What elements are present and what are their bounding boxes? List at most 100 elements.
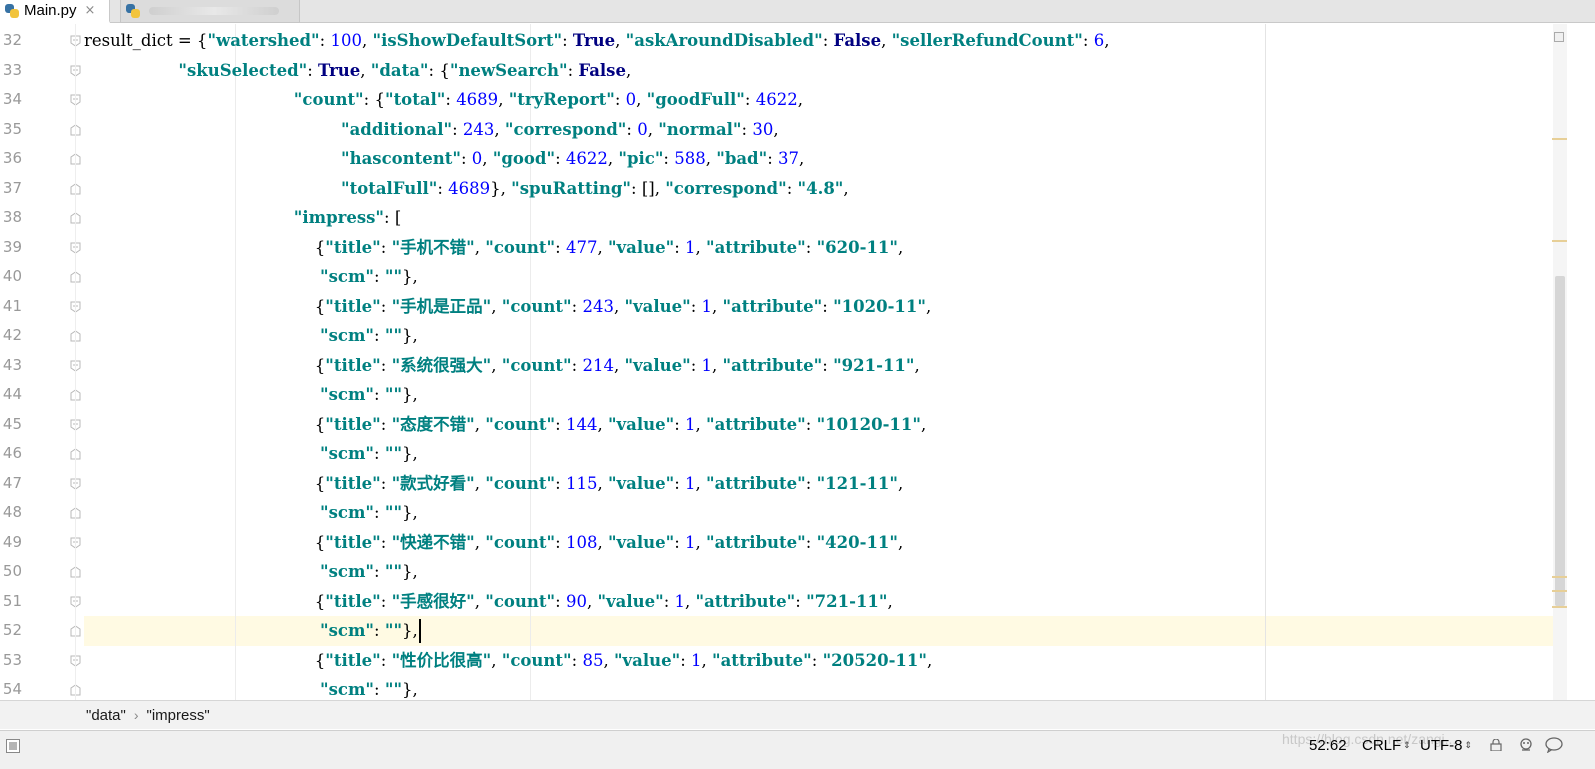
encoding-selector[interactable]: UTF-8 ⇕ [1420,737,1472,754]
caret-position[interactable]: 52:62 [1309,737,1347,754]
tab-main-py[interactable]: Main.py × [0,0,110,23]
notifications-icon[interactable] [1545,737,1563,753]
line-number[interactable]: 40 [0,262,22,292]
code-text: : [805,414,817,434]
code-text: : [555,149,566,168]
line-number[interactable]: 33 [0,56,22,86]
line-number[interactable]: 46 [0,439,22,469]
code-line[interactable]: {"title": "款式好看", "count": 115, "value":… [84,469,904,499]
line-number[interactable]: 50 [0,557,22,587]
number-token: 85 [582,650,604,670]
code-text: }, [402,267,418,286]
code-text: : [374,385,385,404]
tab-other-file[interactable] [120,0,300,23]
code-editor[interactable]: 32 33 34 35 36 37 38 39 40 41 42 43 44 45 46 47 48 49 50 51… [0,24,1595,700]
line-number[interactable]: 38 [0,203,22,233]
code-line[interactable]: "scm": ""}, [84,498,418,528]
line-number[interactable]: 42 [0,321,22,351]
error-stripe-mark[interactable] [1552,138,1567,140]
code-line[interactable]: "scm": ""}, [84,557,418,587]
line-number[interactable]: 37 [0,174,22,204]
line-number[interactable]: 49 [0,528,22,558]
code-line[interactable]: "scm": ""}, [84,616,418,646]
code-text: : [380,473,392,493]
breadcrumb-item-impress[interactable]: "impress" [147,707,210,724]
error-stripe-mark[interactable] [1552,576,1567,578]
code-text: , [491,355,502,375]
code-line[interactable]: "scm": ""}, [84,675,418,700]
code-line[interactable]: "scm": ""}, [84,262,418,292]
tool-windows-icon[interactable] [6,739,20,753]
code-line[interactable]: "skuSelected": True, "data": {"newSearch… [84,56,631,86]
code-text: , [887,591,893,611]
line-number[interactable]: 39 [0,233,22,263]
string-token: "scm" [320,326,375,345]
code-line[interactable]: {"title": "手机不错", "count": 477, "value":… [84,233,904,263]
error-stripe-mark[interactable] [1552,590,1567,592]
number-token: 37 [778,149,800,168]
code-line[interactable]: "scm": ""}, [84,321,418,351]
error-stripe-mark[interactable] [1552,240,1567,242]
breadcrumb-item-data[interactable]: "data" [86,707,126,724]
code-line[interactable]: "count": {"total": 4689, "tryReport": 0,… [84,85,803,115]
code-text: : [380,591,392,611]
line-number[interactable]: 32 [0,26,22,56]
string-token: "pic" [618,149,664,168]
breadcrumb: "data" › "impress" [0,700,1595,729]
code-line[interactable]: {"title": "手感很好", "count": 90, "value": … [84,587,893,617]
code-text: : [626,119,638,139]
line-separator-selector[interactable]: CRLF ⇕ [1362,737,1411,754]
close-tab-icon[interactable]: × [85,3,96,18]
line-number[interactable]: 35 [0,115,22,145]
string-token: "系统很强大" [391,355,492,375]
inspector-icon[interactable] [1518,737,1534,753]
code-text: , [898,532,904,552]
code-line[interactable]: "totalFull": 4689}, "spuRatting": [], "c… [84,174,849,204]
code-line[interactable]: result_dict = {"watershed": 100, "isShow… [84,26,1109,56]
code-line[interactable]: "hascontent": 0, "good": 4622, "pic": 58… [84,144,804,174]
code-text: , [360,60,371,80]
line-number[interactable]: 48 [0,498,22,528]
code-line[interactable]: {"title": "手机是正品", "count": 243, "value"… [84,292,931,322]
code-line[interactable]: {"title": "系统很强大", "count": 214, "value"… [84,351,920,381]
number-token: 1 [701,296,713,316]
error-stripe-mark[interactable] [1552,606,1567,608]
number-token: 0 [625,90,637,109]
code-text: : [663,591,675,611]
code-text: , [597,237,608,257]
line-number[interactable]: 52 [0,616,22,646]
line-number[interactable]: 45 [0,410,22,440]
line-number[interactable]: 54 [0,675,22,700]
code-text: }, [402,562,418,581]
inspection-status-icon[interactable] [1554,32,1564,42]
line-number[interactable]: 47 [0,469,22,499]
number-token: 108 [565,532,598,552]
code-text: : [374,621,385,640]
code-text: : [614,90,626,109]
lock-icon[interactable] [1490,739,1502,751]
vertical-scrollbar-thumb[interactable] [1555,276,1565,606]
code-line[interactable]: "additional": 243, "correspond": 0, "nor… [84,115,779,145]
line-number[interactable]: 34 [0,85,22,115]
code-line[interactable]: {"title": "态度不错", "count": 144, "value":… [84,410,926,440]
string-token: "value" [607,473,675,493]
line-number[interactable]: 36 [0,144,22,174]
line-number[interactable]: 51 [0,587,22,617]
line-number[interactable]: 44 [0,380,22,410]
code-line[interactable]: "scm": ""}, [84,380,418,410]
line-number[interactable]: 43 [0,351,22,381]
string-token: "4.8" [797,178,844,198]
line-number[interactable]: 53 [0,646,22,676]
code-text: : [380,355,392,375]
line-number[interactable]: 41 [0,292,22,322]
code-area[interactable]: result_dict = {"watershed": 100, "isShow… [84,24,1554,700]
string-token: "1020-11" [833,296,926,316]
code-line[interactable]: "scm": ""}, [84,439,418,469]
code-line[interactable]: "impress": [ [84,203,401,233]
code-text: : [1082,31,1094,50]
code-line[interactable]: {"title": "性价比很高", "count": 85, "value":… [84,646,932,676]
code-line[interactable]: {"title": "快递不错", "count": 108, "value":… [84,528,904,558]
